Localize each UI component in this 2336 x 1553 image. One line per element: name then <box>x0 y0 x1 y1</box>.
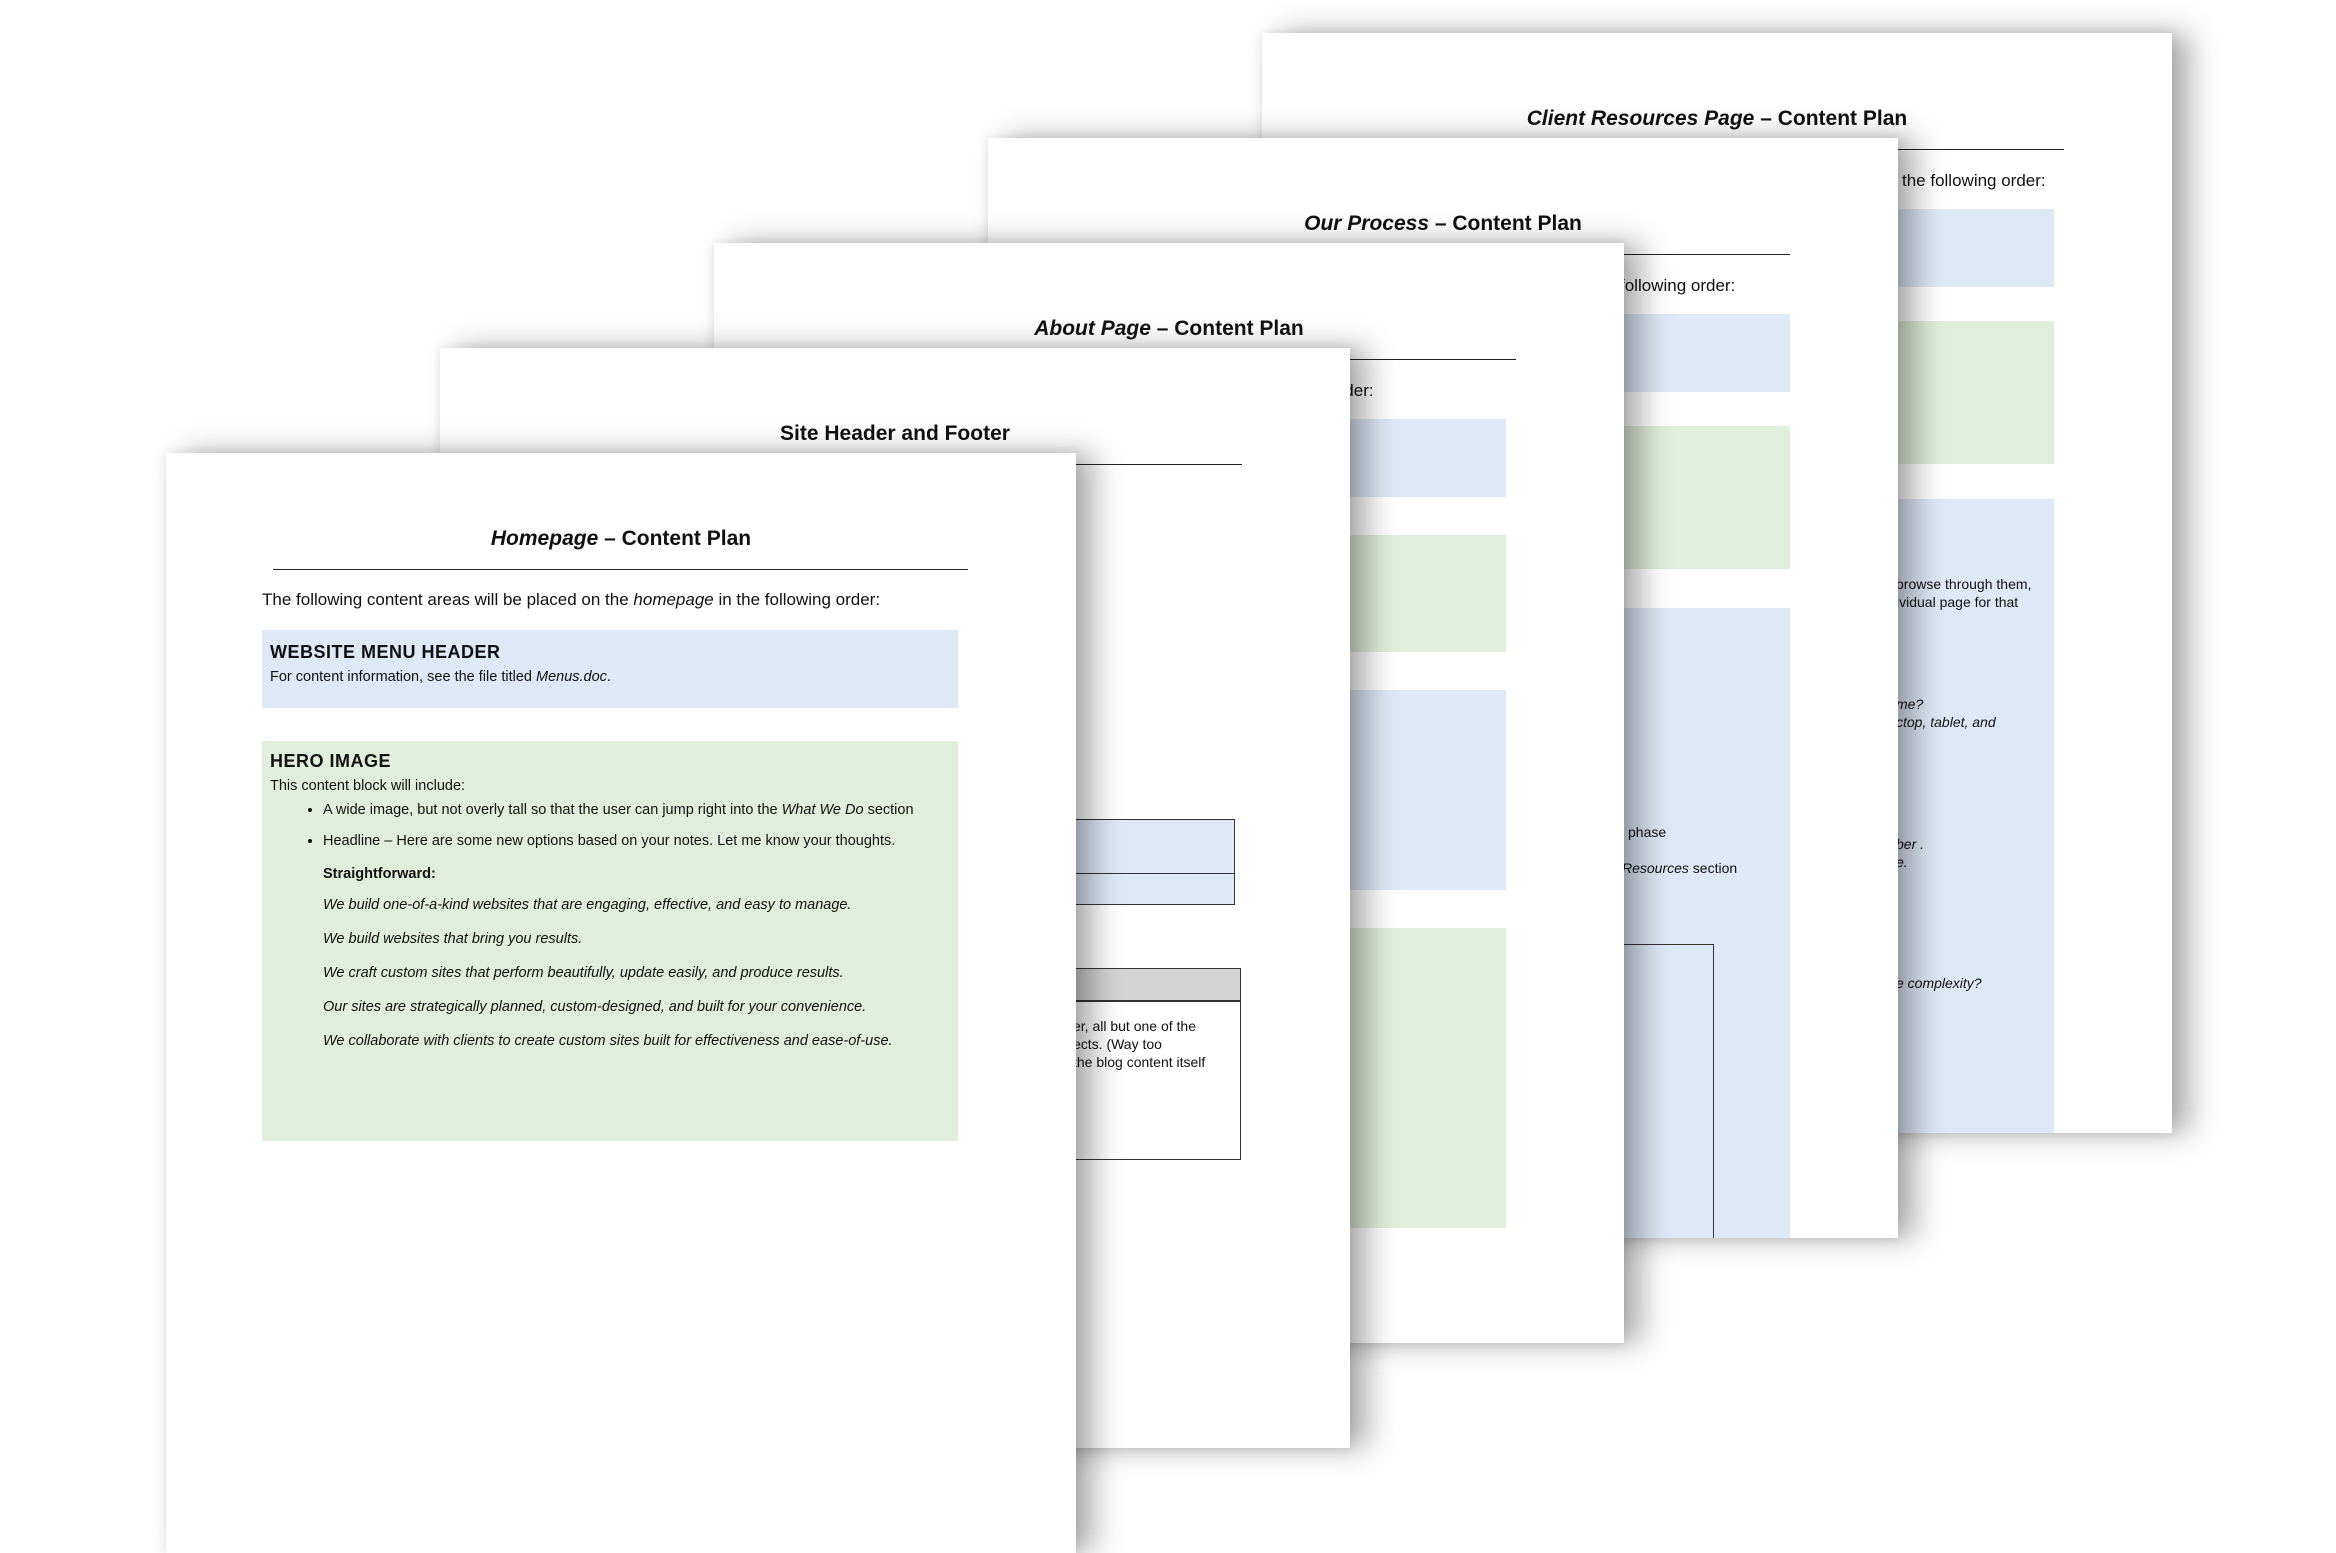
option-label: Straightforward: <box>323 866 436 882</box>
text-after: . <box>606 669 611 685</box>
page-title: Homepage – Content Plan <box>166 527 1076 551</box>
section-heading: WEBSITE MENU HEADER <box>270 642 501 662</box>
table-cell-blue <box>1070 873 1235 905</box>
text-emphasis: ber . <box>1896 836 1925 852</box>
intro-emphasis: homepage <box>633 590 714 609</box>
bullet-text-after: section <box>863 802 914 818</box>
title-rest: – Content Plan <box>598 527 752 550</box>
section-website-menu-header: WEBSITE MENU HEADER For content informat… <box>262 630 958 708</box>
text-fragment: phase <box>1628 824 1667 840</box>
text-emphasis: e complexity? <box>1896 975 1982 991</box>
text-fragment: Resources section <box>1622 860 1737 877</box>
title-rest: – Content Plan <box>1150 317 1304 340</box>
text-fragment: ber . <box>1896 836 1924 853</box>
headline-option: We collaborate with clients to create cu… <box>323 1033 893 1049</box>
title-emphasis: Our Process <box>1304 212 1430 235</box>
table-header-cell <box>1070 968 1241 1002</box>
file-name: Menus.doc <box>535 669 607 685</box>
text-fragment: ctop, tablet, and <box>1896 714 1996 731</box>
headline-option: We build websites that bring you results… <box>323 931 583 947</box>
section-hero-image: HERO IMAGE This content block will inclu… <box>262 741 958 1141</box>
title-emphasis: About Page <box>1034 317 1151 340</box>
text-before: For content information, see the file ti… <box>270 669 536 685</box>
section-text: For content information, see the file ti… <box>270 669 950 685</box>
text-emphasis: ctop, tablet, and <box>1896 714 1996 730</box>
title-rest: – Content Plan <box>1429 212 1582 235</box>
title-emphasis: Client Resources Page <box>1526 107 1755 130</box>
title-emphasis: Homepage <box>490 527 599 550</box>
hero-bullet-list: A wide image, but not overly tall so tha… <box>270 802 950 849</box>
intro-after: in the following order: <box>713 590 881 609</box>
bullet-emphasis: What We Do <box>781 802 864 818</box>
headline-option: We build one-of-a-kind websites that are… <box>323 897 852 913</box>
text-fragment: the blog content itself <box>1073 1054 1206 1070</box>
text-rest: section <box>1688 860 1738 876</box>
text-fragment: ividual page for that <box>1896 594 2019 610</box>
page-homepage: Homepage – Content Plan The following co… <box>166 453 1076 1553</box>
title-rule <box>273 569 968 570</box>
text-fragment: browse through them, <box>1896 576 2032 592</box>
text-fragment: er, all but one of the <box>1073 1018 1196 1034</box>
intro-text: The following content areas will be plac… <box>262 590 880 610</box>
text-emphasis: me? <box>1896 696 1924 712</box>
headline-option: We craft custom sites that perform beaut… <box>323 965 844 981</box>
text-fragment: me? <box>1896 696 1923 713</box>
intro-fragment: the following order: <box>1902 171 2046 190</box>
text-fragment: ects. (Way too <box>1073 1036 1162 1052</box>
table-cell-blue <box>1070 819 1235 875</box>
headline-option: Our sites are strategically planned, cus… <box>323 999 867 1015</box>
list-item: A wide image, but not overly tall so tha… <box>323 802 950 818</box>
title-rest: – Content Plan <box>1754 107 1908 130</box>
bullet-text: A wide image, but not overly tall so tha… <box>323 802 782 818</box>
page-title: About Page – Content Plan <box>714 317 1624 341</box>
section-text: This content block will include: <box>270 778 466 794</box>
page-title: Site Header and Footer <box>780 422 1010 445</box>
text-fragment: e complexity? <box>1896 975 1982 992</box>
section-heading: HERO IMAGE <box>270 751 392 771</box>
intro-before: The following content areas will be plac… <box>262 590 634 609</box>
text-emphasis: Resources <box>1622 860 1689 876</box>
page-title: Client Resources Page – Content Plan <box>1262 107 2172 131</box>
intro-fragment: following order: <box>1620 276 1736 295</box>
list-item: Headline – Here are some new options bas… <box>323 833 950 849</box>
page-title: Our Process – Content Plan <box>988 212 1898 236</box>
